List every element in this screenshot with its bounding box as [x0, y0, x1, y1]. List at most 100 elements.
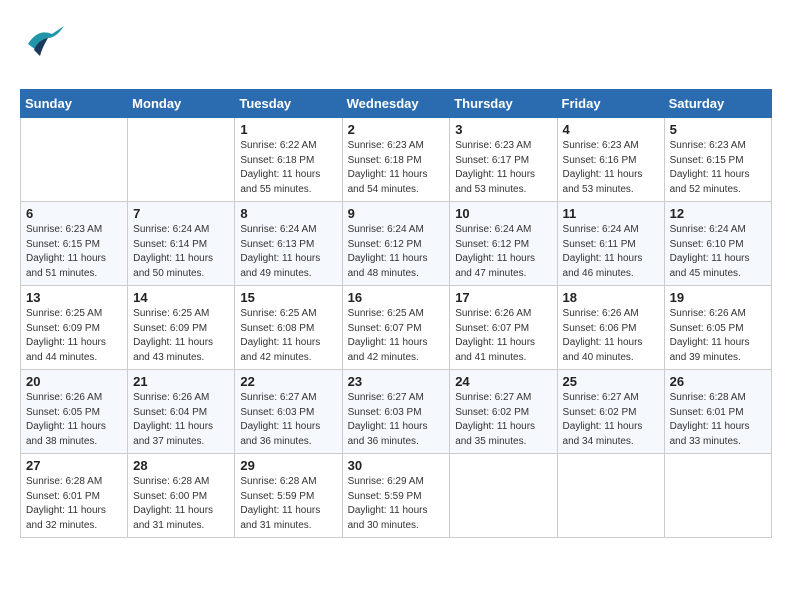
calendar-cell: 29 Sunrise: 6:28 AM Sunset: 5:59 PM Dayli…: [235, 454, 342, 538]
calendar-cell: 11 Sunrise: 6:24 AM Sunset: 6:11 PM Dayli…: [557, 202, 664, 286]
calendar-cell: 30Sunrise: 6:29 AM Sunset: 5:59 PM Dayli…: [342, 454, 450, 538]
calendar-cell: [557, 454, 664, 538]
day-number: 18: [563, 290, 659, 305]
day-number: 6: [26, 206, 122, 221]
day-number: 28: [133, 458, 229, 473]
day-number: 30: [348, 458, 445, 473]
day-number: 4: [563, 122, 659, 137]
calendar-cell: 4 Sunrise: 6:23 AM Sunset: 6:16 PM Daylig…: [557, 118, 664, 202]
day-info: Sunrise: 6:27 AM Sunset: 6:03 PM Dayligh…: [348, 391, 445, 449]
day-info: Sunrise: 6:25 AM Sunset: 6:09 PM Dayligh…: [26, 307, 122, 365]
calendar-cell: 9 Sunrise: 6:24 AM Sunset: 6:12 PM Daylig…: [342, 202, 450, 286]
calendar-week-4: 20Sunrise: 6:26 AM Sunset: 6:05 PM Dayli…: [21, 370, 772, 454]
calendar-cell: 6 Sunrise: 6:23 AM Sunset: 6:15 PM Daylig…: [21, 202, 128, 286]
calendar-cell: 10 Sunrise: 6:24 AM Sunset: 6:12 PM Dayli…: [450, 202, 557, 286]
day-info: Sunrise: 6:27 AM Sunset: 6:03 PM Dayligh…: [240, 391, 336, 449]
calendar-cell: 15 Sunrise: 6:25 AM Sunset: 6:08 PM Dayli…: [235, 286, 342, 370]
day-info: Sunrise: 6:23 AM Sunset: 6:16 PM Dayligh…: [563, 139, 659, 197]
weekday-header-thursday: Thursday: [450, 90, 557, 118]
weekday-header-tuesday: Tuesday: [235, 90, 342, 118]
calendar-cell: 19 Sunrise: 6:26 AM Sunset: 6:05 PM Dayli…: [664, 286, 771, 370]
day-number: 25: [563, 374, 659, 389]
day-info: Sunrise: 6:23 AM Sunset: 6:17 PM Dayligh…: [455, 139, 551, 197]
calendar-cell: 24 Sunrise: 6:27 AM Sunset: 6:02 PM Dayli…: [450, 370, 557, 454]
day-number: 5: [670, 122, 766, 137]
calendar-cell: 2 Sunrise: 6:23 AM Sunset: 6:18 PM Daylig…: [342, 118, 450, 202]
calendar-cell: 25 Sunrise: 6:27 AM Sunset: 6:02 PM Dayli…: [557, 370, 664, 454]
logo: [20, 20, 70, 73]
day-info: Sunrise: 6:28 AM Sunset: 5:59 PM Dayligh…: [240, 475, 336, 533]
day-number: 15: [240, 290, 336, 305]
calendar-week-5: 27 Sunrise: 6:28 AM Sunset: 6:01 PM Dayli…: [21, 454, 772, 538]
day-info: Sunrise: 6:25 AM Sunset: 6:07 PM Dayligh…: [348, 307, 445, 365]
calendar-cell: 3 Sunrise: 6:23 AM Sunset: 6:17 PM Daylig…: [450, 118, 557, 202]
calendar-cell: 26Sunrise: 6:28 AM Sunset: 6:01 PM Dayli…: [664, 370, 771, 454]
weekday-header-saturday: Saturday: [664, 90, 771, 118]
day-info: Sunrise: 6:24 AM Sunset: 6:12 PM Dayligh…: [455, 223, 551, 281]
calendar-cell: 18 Sunrise: 6:26 AM Sunset: 6:06 PM Dayli…: [557, 286, 664, 370]
day-info: Sunrise: 6:23 AM Sunset: 6:15 PM Dayligh…: [26, 223, 122, 281]
calendar-cell: 1 Sunrise: 6:22 AM Sunset: 6:18 PM Daylig…: [235, 118, 342, 202]
calendar-cell: 27 Sunrise: 6:28 AM Sunset: 6:01 PM Dayli…: [21, 454, 128, 538]
day-number: 27: [26, 458, 122, 473]
day-info: Sunrise: 6:24 AM Sunset: 6:10 PM Dayligh…: [670, 223, 766, 281]
day-number: 23: [348, 374, 445, 389]
day-number: 2: [348, 122, 445, 137]
day-info: Sunrise: 6:23 AM Sunset: 6:18 PM Dayligh…: [348, 139, 445, 197]
day-info: Sunrise: 6:26 AM Sunset: 6:05 PM Dayligh…: [670, 307, 766, 365]
calendar-cell: 8 Sunrise: 6:24 AM Sunset: 6:13 PM Daylig…: [235, 202, 342, 286]
day-number: 22: [240, 374, 336, 389]
day-number: 10: [455, 206, 551, 221]
day-number: 24: [455, 374, 551, 389]
calendar-cell: 13 Sunrise: 6:25 AM Sunset: 6:09 PM Dayli…: [21, 286, 128, 370]
calendar-cell: [128, 118, 235, 202]
day-info: Sunrise: 6:22 AM Sunset: 6:18 PM Dayligh…: [240, 139, 336, 197]
day-info: Sunrise: 6:28 AM Sunset: 6:00 PM Dayligh…: [133, 475, 229, 533]
calendar-cell: 22 Sunrise: 6:27 AM Sunset: 6:03 PM Dayli…: [235, 370, 342, 454]
day-number: 29: [240, 458, 336, 473]
day-info: Sunrise: 6:24 AM Sunset: 6:11 PM Dayligh…: [563, 223, 659, 281]
calendar-cell: 7Sunrise: 6:24 AM Sunset: 6:14 PM Daylig…: [128, 202, 235, 286]
weekday-header-wednesday: Wednesday: [342, 90, 450, 118]
day-number: 19: [670, 290, 766, 305]
day-number: 17: [455, 290, 551, 305]
day-info: Sunrise: 6:24 AM Sunset: 6:12 PM Dayligh…: [348, 223, 445, 281]
day-info: Sunrise: 6:25 AM Sunset: 6:08 PM Dayligh…: [240, 307, 336, 365]
day-info: Sunrise: 6:26 AM Sunset: 6:07 PM Dayligh…: [455, 307, 551, 365]
day-info: Sunrise: 6:23 AM Sunset: 6:15 PM Dayligh…: [670, 139, 766, 197]
calendar-cell: 5 Sunrise: 6:23 AM Sunset: 6:15 PM Daylig…: [664, 118, 771, 202]
day-info: Sunrise: 6:26 AM Sunset: 6:05 PM Dayligh…: [26, 391, 122, 449]
day-number: 3: [455, 122, 551, 137]
day-number: 11: [563, 206, 659, 221]
day-info: Sunrise: 6:28 AM Sunset: 6:01 PM Dayligh…: [670, 391, 766, 449]
calendar-cell: 17 Sunrise: 6:26 AM Sunset: 6:07 PM Dayli…: [450, 286, 557, 370]
calendar-cell: 12 Sunrise: 6:24 AM Sunset: 6:10 PM Dayli…: [664, 202, 771, 286]
logo-icon: [20, 20, 68, 68]
day-info: Sunrise: 6:24 AM Sunset: 6:13 PM Dayligh…: [240, 223, 336, 281]
calendar-week-1: 1 Sunrise: 6:22 AM Sunset: 6:18 PM Daylig…: [21, 118, 772, 202]
day-info: Sunrise: 6:27 AM Sunset: 6:02 PM Dayligh…: [563, 391, 659, 449]
calendar-cell: 28 Sunrise: 6:28 AM Sunset: 6:00 PM Dayli…: [128, 454, 235, 538]
calendar-cell: 20Sunrise: 6:26 AM Sunset: 6:05 PM Dayli…: [21, 370, 128, 454]
calendar-cell: 14Sunrise: 6:25 AM Sunset: 6:09 PM Dayli…: [128, 286, 235, 370]
day-number: 8: [240, 206, 336, 221]
calendar-cell: 21Sunrise: 6:26 AM Sunset: 6:04 PM Dayli…: [128, 370, 235, 454]
day-number: 12: [670, 206, 766, 221]
day-info: Sunrise: 6:24 AM Sunset: 6:14 PM Dayligh…: [133, 223, 229, 281]
day-number: 13: [26, 290, 122, 305]
weekday-header-friday: Friday: [557, 90, 664, 118]
day-number: 1: [240, 122, 336, 137]
weekday-header-sunday: Sunday: [21, 90, 128, 118]
page-header: [20, 20, 772, 73]
calendar-week-3: 13 Sunrise: 6:25 AM Sunset: 6:09 PM Dayli…: [21, 286, 772, 370]
calendar-cell: [664, 454, 771, 538]
day-number: 16: [348, 290, 445, 305]
calendar-cell: 23 Sunrise: 6:27 AM Sunset: 6:03 PM Dayli…: [342, 370, 450, 454]
day-info: Sunrise: 6:27 AM Sunset: 6:02 PM Dayligh…: [455, 391, 551, 449]
day-info: Sunrise: 6:26 AM Sunset: 6:06 PM Dayligh…: [563, 307, 659, 365]
weekday-header-row: SundayMondayTuesdayWednesdayThursdayFrid…: [21, 90, 772, 118]
day-info: Sunrise: 6:28 AM Sunset: 6:01 PM Dayligh…: [26, 475, 122, 533]
day-number: 9: [348, 206, 445, 221]
day-info: Sunrise: 6:25 AM Sunset: 6:09 PM Dayligh…: [133, 307, 229, 365]
day-number: 21: [133, 374, 229, 389]
